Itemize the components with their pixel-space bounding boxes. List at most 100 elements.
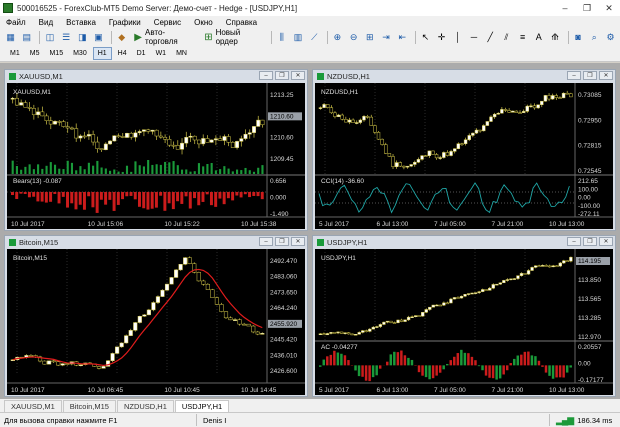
- ac-bar: [558, 365, 562, 378]
- chart-nzdusd[interactable]: 0.73085 0.72950 0.72815 0.72545 NZDUSD,H1 CCI…: [315, 83, 613, 229]
- crosshair-icon[interactable]: ✛: [435, 31, 448, 44]
- timeframe-h4[interactable]: H4: [114, 47, 131, 60]
- chart-maximize-button[interactable]: ❐: [583, 71, 597, 80]
- timeframe-m30[interactable]: M30: [69, 47, 91, 60]
- close-button[interactable]: ✕: [598, 0, 620, 16]
- tab-usdjpy[interactable]: USDJPY,H1: [174, 400, 230, 412]
- candle: [456, 297, 460, 299]
- menu-tools[interactable]: Сервис: [154, 18, 181, 27]
- chart-minimize-button[interactable]: –: [567, 71, 581, 80]
- chart-close-button[interactable]: ✕: [599, 237, 613, 246]
- zoom-out-icon[interactable]: ⊖: [347, 31, 360, 44]
- ac-bar: [467, 353, 470, 366]
- ac-bar: [403, 355, 407, 366]
- vertical-line-icon[interactable]: │: [451, 31, 464, 44]
- text-tool-icon[interactable]: A: [532, 31, 545, 44]
- candle: [347, 119, 352, 123]
- fibonacci-icon[interactable]: ≡: [516, 31, 529, 44]
- minimize-button[interactable]: –: [554, 0, 576, 16]
- menu-charts[interactable]: Графики: [109, 18, 141, 27]
- new-order-button[interactable]: ⊞ Новый ордер: [201, 28, 264, 46]
- navigator-icon[interactable]: ☰: [60, 31, 73, 44]
- price-tick-label: 0.73085: [578, 92, 602, 99]
- maximize-button[interactable]: ❐: [576, 0, 598, 16]
- ac-bar: [534, 356, 537, 366]
- autoscroll-icon[interactable]: ⇥: [379, 31, 392, 44]
- bears-bar: [133, 191, 137, 200]
- chart-close-button[interactable]: ✕: [291, 71, 305, 80]
- menu-view[interactable]: Вид: [39, 18, 53, 27]
- chart-minimize-button[interactable]: –: [259, 71, 273, 80]
- tile-windows-icon[interactable]: ⊞: [363, 31, 376, 44]
- menu-file[interactable]: Файл: [6, 18, 26, 27]
- chart-minimize-button[interactable]: –: [567, 237, 581, 246]
- menu-help[interactable]: Справка: [226, 18, 257, 27]
- editor-icon[interactable]: ◆: [115, 31, 128, 44]
- autotrade-button[interactable]: ▶ Авто-торговля: [131, 28, 197, 46]
- candle: [223, 311, 229, 319]
- candle: [164, 283, 170, 291]
- timeframe-m5[interactable]: M5: [26, 47, 44, 60]
- candle: [158, 135, 163, 138]
- chart-maximize-button[interactable]: ❐: [583, 237, 597, 246]
- chart-close-button[interactable]: ✕: [599, 71, 613, 80]
- candle: [529, 105, 533, 108]
- toolbox-icon[interactable]: ▣: [92, 31, 105, 44]
- window-title: 500016525 - ForexClub-MT5 Demo Server: Д…: [17, 3, 298, 13]
- timeframe-m1[interactable]: M1: [6, 47, 24, 60]
- search-icon[interactable]: ⌕: [588, 31, 601, 44]
- profiles-icon[interactable]: ▤: [20, 31, 33, 44]
- candlestick-icon[interactable]: ▥: [291, 31, 304, 44]
- timeframe-m15[interactable]: M15: [45, 47, 67, 60]
- timeframe-d1[interactable]: D1: [133, 47, 150, 60]
- chart-shift-icon[interactable]: ⇤: [396, 31, 409, 44]
- tab-xauusd[interactable]: XAUUSD,M1: [4, 400, 62, 412]
- timeframe-w1[interactable]: W1: [152, 47, 171, 60]
- candle: [364, 330, 368, 332]
- chart-window-usdjpy: USDJPY,H1 – ❐ ✕ 114.195 113.850 113.565 113.2…: [312, 235, 616, 397]
- menu-window[interactable]: Окно: [194, 18, 213, 27]
- tab-bitcoin[interactable]: Bitcoin,M15: [62, 400, 116, 412]
- timeframe-mn[interactable]: MN: [172, 47, 191, 60]
- candle: [431, 150, 435, 155]
- candle: [403, 319, 407, 322]
- ac-bar: [410, 359, 414, 366]
- chart-minimize-button[interactable]: –: [259, 237, 273, 246]
- trendline-icon[interactable]: ╱: [484, 31, 497, 44]
- channel-icon[interactable]: ⫽: [500, 31, 513, 44]
- bears-bar: [49, 191, 53, 202]
- chart-usdjpy[interactable]: 114.195 113.850 113.565 113.285 112.970 USDJP…: [315, 249, 613, 395]
- candle: [423, 155, 428, 157]
- candle: [128, 330, 133, 336]
- candle: [544, 265, 548, 267]
- price-tick-label: 1209.45: [270, 156, 294, 163]
- tab-nzdusd[interactable]: NZDUSD,H1: [116, 400, 174, 412]
- shapes-icon[interactable]: ⟰: [548, 31, 561, 44]
- chart-maximize-button[interactable]: ❐: [275, 237, 289, 246]
- candle: [536, 104, 540, 109]
- candle: [340, 114, 344, 120]
- line-chart-icon[interactable]: ⟋: [308, 31, 321, 44]
- cursor-icon[interactable]: ↖: [419, 31, 432, 44]
- timeframe-h1[interactable]: H1: [92, 47, 112, 60]
- bears-bar: [129, 191, 133, 196]
- candle: [569, 93, 573, 98]
- chart-close-button[interactable]: ✕: [291, 237, 305, 246]
- horizontal-line-icon[interactable]: ─: [467, 31, 480, 44]
- app-icon: [3, 3, 13, 13]
- new-chart-icon[interactable]: ▦: [4, 31, 17, 44]
- chat-icon[interactable]: ◙: [572, 31, 585, 44]
- candle: [133, 322, 138, 331]
- zoom-in-icon[interactable]: ⊕: [331, 31, 344, 44]
- bears-bar: [11, 191, 14, 196]
- candle: [146, 129, 151, 132]
- chart-maximize-button[interactable]: ❐: [275, 71, 289, 80]
- market-watch-icon[interactable]: ◫: [43, 31, 56, 44]
- candle: [61, 121, 66, 127]
- chart-bitcoin[interactable]: 2492.470 2483.060 2473.650 2464.240 2455.920…: [7, 249, 305, 395]
- strategy-tester-icon[interactable]: ◨: [76, 31, 89, 44]
- settings-icon[interactable]: ⚙: [604, 31, 617, 44]
- bar-chart-icon[interactable]: ⫼: [275, 31, 288, 44]
- menu-insert[interactable]: Вставка: [66, 18, 96, 27]
- chart-xauusd[interactable]: 1213.25 1210.60 1210.60 1209.45 XAUUSD,M1 Bea…: [7, 83, 305, 229]
